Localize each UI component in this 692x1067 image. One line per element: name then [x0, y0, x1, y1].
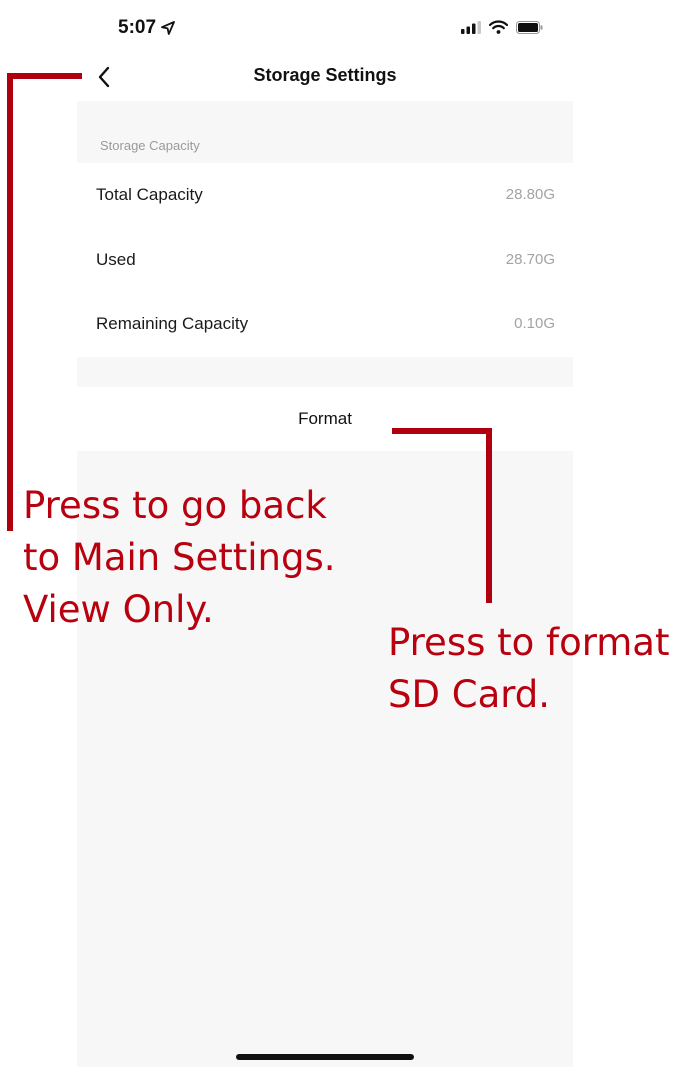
storage-capacity-header: Storage Capacity	[77, 101, 573, 163]
remaining-capacity-row: Remaining Capacity 0.10G	[77, 292, 573, 356]
back-callout-line-horizontal	[7, 73, 82, 79]
battery-icon	[516, 20, 543, 34]
format-callout-text: Press to format SD Card.	[388, 617, 670, 721]
section-title: Storage Capacity	[100, 138, 200, 153]
cellular-signal-icon	[461, 20, 481, 34]
format-callout-line-2: SD Card.	[388, 673, 551, 716]
row-value: 0.10G	[514, 315, 555, 332]
wifi-icon	[489, 20, 508, 34]
format-callout-line-1: Press to format	[388, 621, 670, 664]
row-value: 28.80G	[505, 186, 555, 203]
row-label: Remaining Capacity	[96, 314, 249, 333]
back-callout-line-vertical	[7, 73, 13, 531]
total-capacity-row: Total Capacity 28.80G	[77, 163, 573, 227]
row-label: Used	[96, 250, 136, 269]
page-title: Storage Settings	[253, 65, 397, 85]
location-arrow-icon	[161, 21, 175, 35]
section-spacer	[77, 357, 573, 387]
format-callout-line-horizontal	[392, 428, 491, 434]
back-callout-line-3: View Only.	[23, 588, 214, 631]
status-icons	[461, 20, 543, 34]
status-time-label: 5:07	[118, 17, 157, 38]
format-callout-line-vertical	[486, 428, 492, 603]
status-time: 5:07	[118, 17, 175, 39]
used-row: Used 28.70G	[77, 228, 573, 292]
format-button[interactable]: Format	[77, 387, 573, 451]
back-callout-line-1: Press to go back	[23, 484, 327, 527]
row-value: 28.70G	[505, 251, 555, 268]
home-indicator	[236, 1054, 414, 1060]
back-callout-text: Press to go back to Main Settings. View …	[23, 480, 336, 636]
nav-bar: Storage Settings	[77, 56, 573, 100]
back-callout-line-2: to Main Settings.	[23, 536, 336, 579]
status-bar: 5:07	[77, 0, 573, 60]
row-label: Total Capacity	[96, 185, 203, 204]
